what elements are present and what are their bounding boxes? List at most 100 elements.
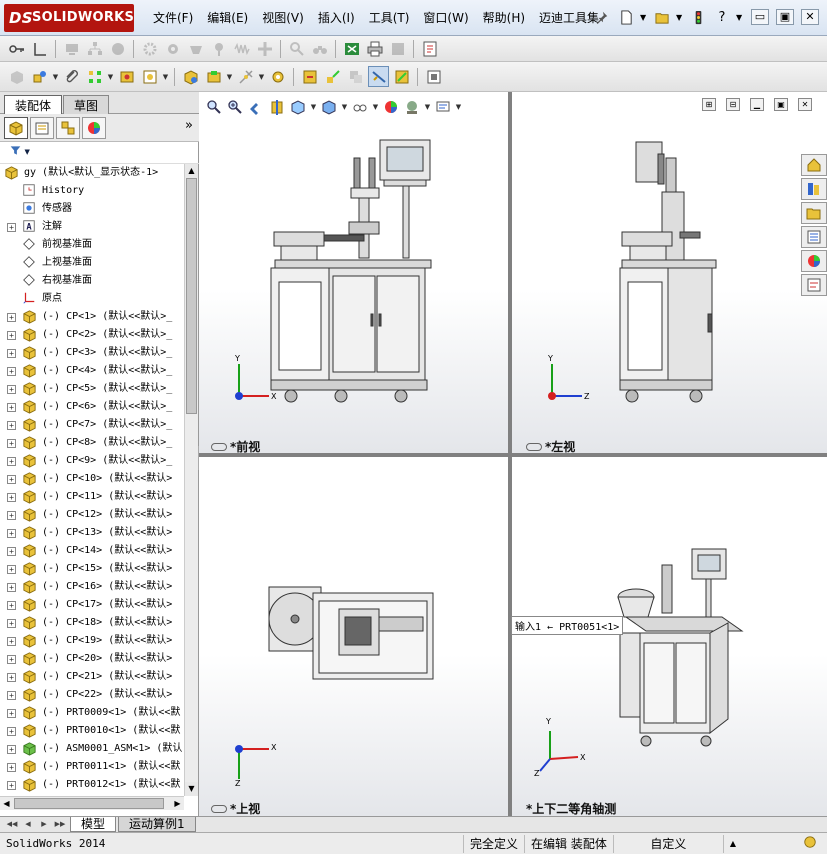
rebuild-icon[interactable] [107,38,128,59]
pin-point-icon[interactable] [208,38,229,59]
mate-icon[interactable] [29,66,50,87]
tree-item[interactable]: + (-) CP<11> (默认<<默认> [0,488,184,506]
chevron-down-icon[interactable]: ▼ [676,13,684,22]
tree-root-assembly[interactable]: gy (默认<默认_显示状态-1> [0,164,184,182]
exploded-view-icon[interactable] [299,66,320,87]
restore-button[interactable]: ▣ [776,9,794,25]
chevron-down-icon[interactable]: ▼ [310,103,317,111]
graphics-area[interactable]: ▼ ▼ ▼ ▼ ▼ ⊞ ⊟ ▁ ▣ ✕ Y X *前视 Y Z *左视 X Z … [199,92,827,816]
bill-of-materials-icon[interactable] [267,66,288,87]
viewport-top[interactable]: X Z *上视 [199,457,508,816]
feature-manager-icon[interactable] [4,116,28,139]
tree-item[interactable]: + (-) CP<18> (默认<<默认> [0,614,184,632]
view-orientation-icon[interactable] [289,98,307,116]
expand-toggle-icon[interactable]: + [7,457,16,466]
expand-toggle-icon[interactable]: + [7,763,16,772]
smart-fasteners-icon[interactable] [116,66,137,87]
chevron-down-icon[interactable]: ▼ [372,103,379,111]
next-tab-icon[interactable]: ▶ [36,817,52,831]
scroll-left-icon[interactable]: ◀ [0,797,13,810]
tree-item[interactable]: + (-) PRT0012<1> (默认<<默 [0,776,184,794]
tree-item[interactable]: + (-) CP<10> (默认<<默认> [0,470,184,488]
expand-toggle-icon[interactable]: + [7,493,16,502]
chevron-down-icon[interactable]: ▼ [52,73,59,81]
tree-item[interactable]: + (-) ASM0001_ASM<1> (默认 [0,740,184,758]
expand-toggle-icon[interactable]: + [7,367,16,376]
expand-toggle-icon[interactable]: + [7,223,16,232]
binoculars-icon[interactable] [309,38,330,59]
tree-item[interactable]: + (-) CP<2> (默认<<默认>_ [0,326,184,344]
tree-item[interactable]: + (-) CP<14> (默认<<默认> [0,542,184,560]
paperclip-icon[interactable] [61,66,82,87]
gear-icon[interactable] [139,38,160,59]
expand-toggle-icon[interactable]: + [7,421,16,430]
tree-item[interactable]: + A 注解 [0,218,184,236]
minimize-button[interactable]: ▭ [751,9,769,25]
expand-toggle-icon[interactable]: + [7,619,16,628]
viewport-isometric[interactable]: Y X Z *上下二等角轴测 [512,457,827,816]
chevron-down-icon[interactable]: ▼ [424,103,431,111]
prev-tab-icon[interactable]: ◀ [20,817,36,831]
expand-toggle-icon[interactable]: + [7,547,16,556]
help-button[interactable]: ? [712,7,732,27]
property-manager-icon[interactable] [30,116,54,139]
view-palette-icon[interactable] [801,226,827,248]
tree-horizontal-scrollbar[interactable]: ◀ ▶ [0,796,184,810]
menu-view[interactable]: 视图(V) [255,8,311,28]
excel-icon[interactable] [341,38,362,59]
chevron-down-icon[interactable]: ▼ [455,103,462,111]
menu-tools[interactable]: 工具(T) [362,8,417,28]
hide-show-items-icon[interactable] [351,98,369,116]
last-tab-icon[interactable]: ▶▶ [52,817,68,831]
tree-item[interactable]: + (-) CP<12> (默认<<默认> [0,506,184,524]
view-settings-icon[interactable] [434,98,452,116]
zoom-to-fit-icon[interactable] [205,98,223,116]
menu-edit[interactable]: 编辑(E) [200,8,255,28]
export-icon[interactable] [387,38,408,59]
expand-toggle-icon[interactable]: + [7,655,16,664]
section-view-icon[interactable] [268,98,286,116]
expand-toggle-icon[interactable]: + [7,565,16,574]
tree-vertical-scrollbar[interactable]: ▲ ▼ [184,164,198,796]
menu-file[interactable]: 文件(F) [146,8,200,28]
scroll-thumb[interactable] [186,178,197,414]
menu-window[interactable]: 窗口(W) [416,8,475,28]
move-component-icon[interactable] [139,66,160,87]
viewport-close-button[interactable]: ✕ [798,98,812,111]
expand-toggle-icon[interactable]: + [7,511,16,520]
expand-toggle-icon[interactable]: + [7,583,16,592]
chevron-down-icon[interactable]: ▼ [226,73,233,81]
display-manager-icon[interactable] [82,116,106,139]
status-units[interactable]: 自定义 [612,834,723,853]
chevron-down-icon[interactable]: ▼ [258,73,265,81]
tree-item[interactable]: + (-) CP<19> (默认<<默认> [0,632,184,650]
rebuild-status-icon[interactable] [753,835,823,853]
scroll-up-icon[interactable]: ▲ [185,164,198,178]
filter-dropdown[interactable]: ▼ [25,148,30,156]
tree-item[interactable]: + (-) CP<22> (默认<<默认> [0,686,184,704]
tree-item[interactable]: 右视基准面 [0,272,184,290]
chevron-down-icon[interactable]: ▼ [736,13,744,22]
expand-toggle-icon[interactable]: + [7,313,16,322]
tree-item[interactable]: + (-) PRT0010<1> (默认<<默 [0,722,184,740]
display-style-icon[interactable] [320,98,338,116]
tree-item[interactable]: + (-) CP<7> (默认<<默认>_ [0,416,184,434]
expand-toggle-icon[interactable]: + [7,529,16,538]
key-icon[interactable] [6,38,27,59]
tree-item[interactable]: 前视基准面 [0,236,184,254]
interference-icon[interactable] [345,66,366,87]
explode-line-icon[interactable] [322,66,343,87]
insert-component-icon[interactable] [6,66,27,87]
show-hidden-icon[interactable] [180,66,201,87]
chevron-down-icon[interactable]: ▼ [162,73,169,81]
tree-item[interactable]: + (-) CP<13> (默认<<默认> [0,524,184,542]
tree-item[interactable]: + (-) CP<6> (默认<<默认>_ [0,398,184,416]
expand-toggle-icon[interactable]: + [7,439,16,448]
home-icon[interactable] [801,154,827,176]
appearances-icon[interactable] [801,250,827,272]
tree-item[interactable]: 原点 [0,290,184,308]
tree-item[interactable]: + (-) CP<17> (默认<<默认> [0,596,184,614]
viewport-restore-button[interactable]: ▣ [774,98,788,111]
zoom-area-icon[interactable] [226,98,244,116]
new-document-icon[interactable] [616,7,636,27]
